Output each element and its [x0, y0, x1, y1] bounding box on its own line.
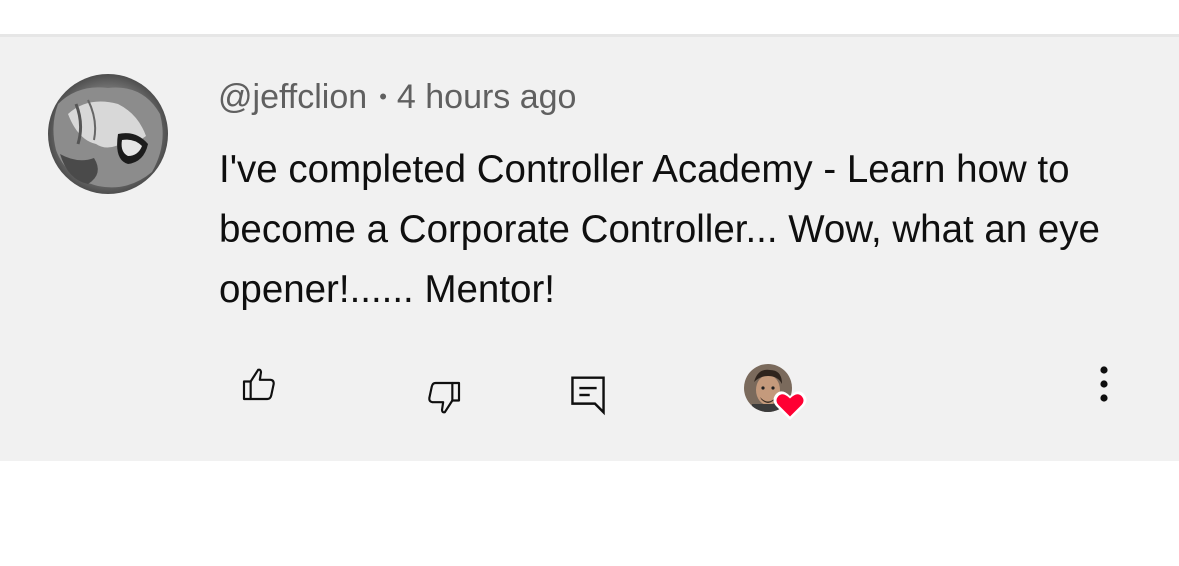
- comment-meta: @jeffclion • 4 hours ago: [218, 75, 576, 119]
- reply-icon: [571, 376, 605, 416]
- meta-separator: •: [379, 84, 387, 109]
- creator-heart-badge[interactable]: [742, 364, 808, 422]
- comment-timestamp[interactable]: 4 hours ago: [397, 78, 577, 116]
- author-handle[interactable]: @jeffclion: [218, 78, 367, 116]
- author-avatar[interactable]: [48, 74, 168, 194]
- like-button[interactable]: [232, 357, 286, 411]
- reply-button[interactable]: [562, 369, 614, 421]
- thumbs-down-icon: [428, 381, 461, 414]
- more-vert-icon: [1100, 366, 1108, 402]
- dislike-button[interactable]: [417, 371, 471, 425]
- comment-card: @jeffclion • 4 hours ago I've completed Co…: [0, 37, 1179, 461]
- comment-text: I've completed Controller Academy - Lear…: [219, 148, 1100, 311]
- heart-icon: [773, 391, 807, 420]
- thumbs-up-icon: [242, 368, 275, 401]
- more-options-button[interactable]: [1084, 359, 1124, 409]
